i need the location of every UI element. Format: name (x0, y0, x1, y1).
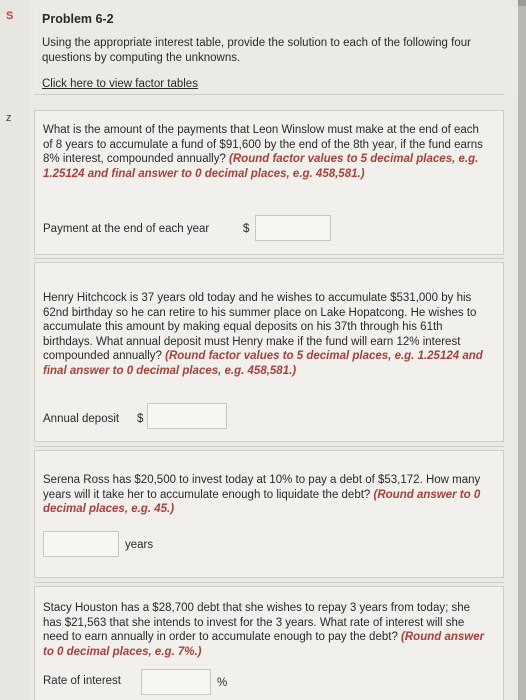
problem-header: Problem 6-2 Using the appropriate intere… (34, 4, 514, 102)
factor-tables-link[interactable]: Click here to view factor tables (42, 78, 198, 90)
question-4-unit: % (217, 677, 228, 689)
left-margin-strip: S z (0, 0, 30, 700)
question-4-box: Stacy Houston has a $28,700 debt that sh… (34, 586, 504, 700)
margin-mark-top: S (6, 10, 14, 22)
rate-input[interactable] (141, 669, 211, 695)
section-divider-2 (34, 446, 504, 447)
question-2-currency: $ (137, 413, 144, 425)
problem-instructions: Using the appropriate interest table, pr… (42, 37, 471, 64)
question-2-box: Henry Hitchcock is 37 years old today an… (34, 262, 504, 442)
question-3-text: Serena Ross has $20,500 to invest today … (43, 473, 491, 517)
margin-mark-mid: z (6, 112, 12, 124)
annual-deposit-input[interactable] (147, 403, 227, 429)
question-2-answer-label: Annual deposit (43, 413, 120, 425)
question-2-text: Henry Hitchcock is 37 years old today an… (43, 291, 491, 378)
question-4-answer-label: Rate of interest (43, 675, 121, 687)
question-1-currency: $ (243, 223, 250, 235)
question-3-box: Serena Ross has $20,500 to invest today … (34, 450, 504, 578)
years-input[interactable] (43, 531, 119, 557)
problem-title: Problem 6-2 (42, 12, 114, 26)
problem-page: Problem 6-2 Using the appropriate intere… (30, 0, 518, 700)
section-divider-1 (34, 258, 504, 259)
question-4-text: Stacy Houston has a $28,700 debt that sh… (43, 601, 491, 659)
question-3-unit: years (125, 539, 154, 551)
header-divider (34, 94, 504, 95)
question-1-text: What is the amount of the payments that … (43, 123, 491, 181)
question-1-answer-label: Payment at the end of each year (43, 223, 210, 235)
section-divider-3 (34, 582, 504, 583)
payment-input[interactable] (255, 215, 331, 241)
question-1-box: What is the amount of the payments that … (34, 110, 504, 255)
